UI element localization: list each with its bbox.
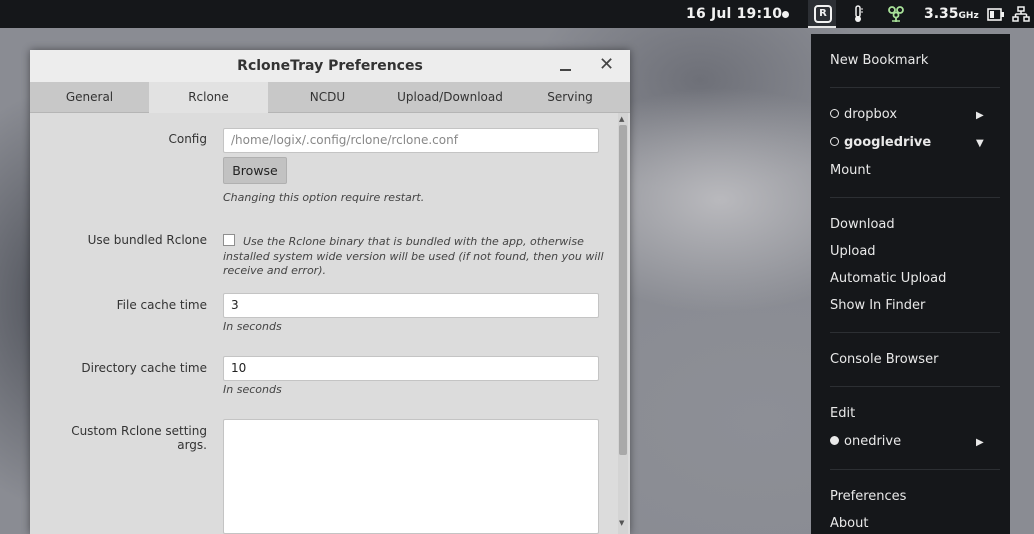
scrollbar-thumb[interactable]	[619, 125, 627, 455]
tab-serving[interactable]: Serving	[520, 82, 620, 112]
clock[interactable]: 16 Jul 19:10	[686, 6, 782, 22]
menu-console-browser[interactable]: Console Browser	[830, 352, 938, 367]
file-cache-time-label: File cache time	[116, 298, 207, 312]
minimize-button[interactable]	[560, 59, 572, 73]
directory-cache-time-hint: In seconds	[223, 383, 282, 396]
close-button[interactable]: ✕	[599, 56, 614, 74]
battery-icon[interactable]	[987, 8, 1005, 25]
menu-edit[interactable]: Edit	[830, 406, 855, 421]
menu-googledrive[interactable]: googledrive	[830, 135, 931, 150]
tray-menu: New Bookmark dropbox ▶ googledrive ▼ Mou…	[811, 34, 1010, 534]
menu-upload[interactable]: Upload	[830, 244, 876, 259]
config-label: Config	[168, 132, 207, 146]
scroll-down-arrow-icon[interactable]: ▼	[619, 519, 624, 527]
directory-cache-time-input[interactable]: 10	[223, 356, 599, 381]
window-title: RcloneTray Preferences	[237, 58, 423, 74]
menu-separator	[830, 469, 1000, 470]
bundled-rclone-desc-1: Use the Rclone binary that is bundled wi…	[243, 235, 584, 248]
menu-onedrive-label: onedrive	[844, 434, 902, 449]
radio-filled-icon	[830, 436, 839, 445]
menu-separator	[830, 87, 1000, 88]
menu-googledrive-label: googledrive	[844, 135, 932, 150]
menu-download[interactable]: Download	[830, 217, 895, 232]
menu-dropbox-label: dropbox	[844, 107, 898, 122]
rclone-tray-icon[interactable]: R	[808, 0, 836, 28]
menu-new-bookmark[interactable]: New Bookmark	[830, 53, 928, 68]
clover-icon[interactable]	[887, 5, 905, 27]
directory-cache-time-label: Directory cache time	[81, 361, 207, 375]
menu-dropbox[interactable]: dropbox	[830, 107, 897, 122]
menu-automatic-upload[interactable]: Automatic Upload	[830, 271, 946, 286]
thermometer-icon[interactable]	[852, 5, 864, 27]
browse-button[interactable]: Browse	[223, 157, 287, 184]
config-path-field[interactable]: /home/logix/.config/rclone/rclone.conf	[223, 128, 599, 153]
tab-rclone[interactable]: Rclone	[149, 82, 268, 113]
bundled-rclone-checkbox[interactable]	[223, 234, 235, 246]
preferences-window: RcloneTray Preferences ✕ General Rclone …	[30, 50, 630, 534]
bundled-rclone-label: Use bundled Rclone	[87, 233, 207, 247]
submenu-arrow-icon: ▶	[976, 110, 984, 121]
menu-separator	[830, 332, 1000, 333]
top-panel: 16 Jul 19:10 R 3.35GHz	[0, 0, 1034, 28]
menu-preferences[interactable]: Preferences	[830, 489, 906, 504]
radio-empty-icon	[830, 137, 839, 146]
scroll-up-arrow-icon[interactable]: ▲	[619, 115, 624, 123]
menu-about[interactable]: About	[830, 516, 868, 531]
bundled-rclone-desc-2: installed system wide version will be us…	[223, 250, 604, 263]
file-cache-time-hint: In seconds	[223, 320, 282, 333]
cpu-value: 3.35	[924, 6, 959, 22]
file-cache-time-input[interactable]: 3	[223, 293, 599, 318]
menu-onedrive[interactable]: onedrive	[830, 434, 901, 449]
radio-empty-icon	[830, 109, 839, 118]
status-dot-icon	[782, 11, 789, 18]
submenu-expanded-arrow-icon: ▼	[976, 138, 984, 149]
bundled-rclone-desc-3: receive and error).	[223, 264, 326, 277]
rclone-letter-icon: R	[814, 5, 832, 23]
menu-show-in-finder[interactable]: Show In Finder	[830, 298, 925, 313]
config-restart-hint: Changing this option require restart.	[223, 191, 425, 204]
tab-upload-download[interactable]: Upload/Download	[370, 82, 530, 112]
network-icon[interactable]	[1012, 6, 1030, 26]
menu-mount[interactable]: Mount	[830, 163, 871, 178]
tab-general[interactable]: General	[30, 82, 149, 112]
cpu-unit: GHz	[958, 11, 979, 21]
submenu-arrow-icon: ▶	[976, 437, 984, 448]
scrollbar[interactable]: ▲ ▼	[618, 113, 628, 534]
menu-separator	[830, 197, 1000, 198]
tab-bar: General Rclone NCDU Upload/Download Serv…	[30, 82, 630, 113]
custom-args-label: Custom Rclone setting args.	[71, 424, 207, 452]
menu-separator	[830, 386, 1000, 387]
rclone-settings-panel: Config /home/logix/.config/rclone/rclone…	[30, 113, 630, 534]
cpu-frequency[interactable]: 3.35GHz	[924, 6, 979, 22]
custom-args-textarea[interactable]	[223, 419, 599, 534]
window-titlebar[interactable]: RcloneTray Preferences ✕	[30, 50, 630, 82]
